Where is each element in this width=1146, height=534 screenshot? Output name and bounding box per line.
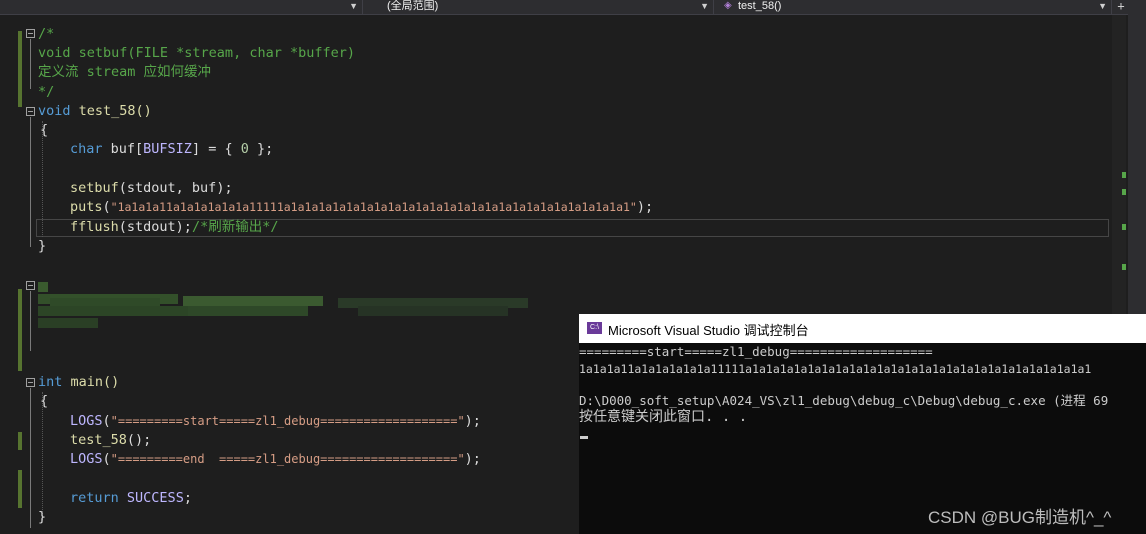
function-dropdown[interactable]: ◈ test_58() ▼ [718,0,1112,14]
code-line: test_58(); [70,431,151,450]
scroll-marker [1122,172,1126,178]
code-text: ; [183,490,192,506]
scope-dropdown[interactable]: (全局范围) ▼ [367,0,714,14]
fold-line [30,117,31,247]
comment: /*刷新输出*/ [191,219,279,235]
macro-name: LOGS [70,451,103,467]
indent-guide [42,392,43,520]
code-line: { [40,393,49,409]
function-name: main() [62,374,120,390]
project-dropdown[interactable]: ▼ [0,0,363,14]
console-title-bar[interactable]: C:\ Microsoft Visual Studio 调试控制台 [579,314,1146,343]
string-literal: "=========start=====zl1_debug===========… [110,414,465,428]
code-text: ] = { [191,141,241,157]
code-line: { [40,122,49,138]
string-literal: "=========end =====zl1_debug============… [110,452,465,466]
scope-dropdown-value: (全局范围) [387,0,439,12]
chevron-down-icon: ▼ [700,1,709,11]
change-marker [18,432,22,450]
code-line: LOGS("=========start=====zl1_debug======… [70,412,481,431]
fold-line [30,388,31,528]
number-literal: 0 [240,141,249,157]
editor-gutter [0,15,36,534]
code-line: setbuf(stdout, buf); [70,179,233,198]
console-output-line: 按任意键关闭此窗口. . . [579,409,748,425]
code-line: */ [38,84,55,100]
change-marker [18,31,22,107]
keyword: char [70,141,103,157]
pin-icon[interactable]: + [1114,0,1128,14]
console-output-line: D:\D000_soft_setup\A024_VS\zl1_debug\deb… [579,393,1109,408]
code-text: (stdout); [118,219,192,235]
function-icon: ◈ [724,0,732,11]
watermark: CSDN @BUG制造机^_^ [928,508,1112,527]
scroll-marker [1122,224,1126,230]
console-output-line: =========start=====zl1_debug============… [579,344,933,359]
fold-toggle-icon[interactable] [26,29,35,38]
fold-toggle-icon[interactable] [26,107,35,116]
function-name: test_58 [70,432,127,448]
code-line: void test_58() [38,102,152,121]
console-cursor [580,436,588,439]
keyword: return [70,490,119,506]
code-line: return SUCCESS; [70,489,192,508]
code-line: /* [38,26,55,42]
function-name: test_58() [70,103,152,119]
code-text: ); [464,413,481,429]
code-text: ( [102,199,111,215]
code-text: ); [636,199,654,215]
console-app-icon: C:\ [587,322,602,334]
chevron-down-icon: ▼ [349,1,358,11]
change-marker [18,470,22,508]
navigation-bar: ▼ (全局范围) ▼ ◈ test_58() ▼ + [0,0,1146,15]
code-text: ); [464,451,481,467]
function-dropdown-value: test_58() [738,0,782,12]
code-line: } [38,509,47,525]
code-line: puts("1a1a1a11a1a1a1a1a1a11111a1a1a1a1a1… [70,198,653,217]
code-line: } [38,238,47,254]
console-title: Microsoft Visual Studio 调试控制台 [608,323,809,338]
function-name: setbuf [70,180,119,196]
scroll-marker [1122,264,1126,270]
code-line: LOGS("=========end =====zl1_debug=======… [70,450,481,469]
code-text: (stdout, buf); [118,180,233,196]
function-name: fflush [70,219,119,235]
scroll-marker [1122,189,1126,195]
code-line: char buf[BUFSIZ] = { 0 }; [70,140,273,159]
chevron-down-icon: ▼ [1098,1,1107,11]
macro-name: SUCCESS [126,490,184,506]
fold-toggle-icon[interactable] [26,378,35,387]
fold-line [30,291,31,351]
macro-name: LOGS [70,413,103,429]
keyword: void [38,103,71,119]
keyword: int [38,374,63,390]
fold-line [30,39,31,89]
change-marker [18,289,22,371]
code-text: ( [102,413,111,429]
code-line: fflush(stdout);/*刷新输出*/ [70,218,278,237]
console-output-line: 1a1a1a11a1a1a1a1a1a11111a1a1a1a1a1a1a1a1… [579,362,1092,376]
code-text: ( [102,451,111,467]
debug-console-window[interactable]: C:\ Microsoft Visual Studio 调试控制台 ======… [579,314,1146,534]
code-text: (); [126,432,152,448]
macro-name: BUFSIZ [143,141,192,157]
code-line: 定义流 stream 应如何缓冲 [38,64,212,80]
code-line: int main() [38,373,119,392]
code-text: }; [248,141,274,157]
code-line: void setbuf(FILE *stream, char *buffer) [38,45,355,61]
code-text: buf[ [102,141,144,157]
string-literal: "1a1a1a11a1a1a1a1a1a11111a1a1a1a1a1a1a1a… [110,200,637,214]
function-name: puts [70,199,103,215]
fold-toggle-icon[interactable] [26,281,35,290]
